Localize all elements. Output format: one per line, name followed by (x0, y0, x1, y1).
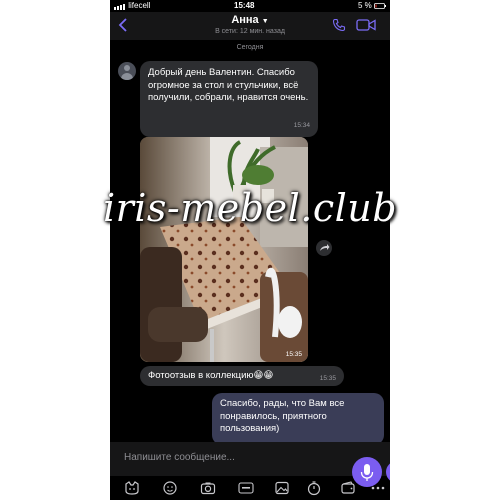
message-input[interactable]: Напишите сообщение... (124, 452, 235, 463)
chevron-down-icon: ▼ (261, 18, 269, 25)
message-text: Спасибо, рады, что Вам все понравилось, … (220, 398, 345, 434)
message-time: 15:35 (319, 375, 336, 382)
camera-icon[interactable] (200, 480, 216, 496)
avatar-head-shape (124, 65, 130, 71)
avatar[interactable] (118, 62, 136, 80)
gallery-icon[interactable] (274, 480, 290, 496)
message-time: 15:34 (293, 121, 310, 129)
carrier-label: lifecell (114, 1, 151, 11)
photo-message[interactable]: 15:35 (140, 137, 308, 362)
more-icon[interactable] (370, 480, 386, 496)
battery-icon (374, 2, 386, 9)
timer-icon[interactable] (306, 480, 322, 496)
signal-icon (114, 1, 126, 11)
wallet-icon[interactable] (340, 480, 356, 496)
avatar-body-shape (121, 73, 133, 80)
battery-percent: 5 % (357, 1, 372, 10)
carrier-name: lifecell (128, 1, 151, 10)
contact-name-label: Анна (231, 14, 259, 26)
message-composer: Напишите сообщение... (110, 442, 390, 476)
status-time: 15:48 (234, 1, 255, 10)
message-bubble-incoming[interactable]: Фотоотзыв в коллекцию😁😁 15:35 (140, 366, 344, 386)
contact-name[interactable]: Анна ▼ (110, 14, 390, 26)
date-separator: Сегодня (236, 44, 264, 51)
message-bubble-outgoing[interactable]: Спасибо, рады, что Вам все понравилось, … (212, 393, 384, 445)
message-text: Фотоотзыв в коллекцию😁😁 (148, 370, 274, 381)
message-text: Добрый день Валентин. Спасибо огромное з… (148, 67, 309, 103)
phone-icon[interactable] (332, 18, 346, 32)
chat-header: Анна ▼ В сети: 12 мин. назад (110, 12, 390, 40)
sticker-icon[interactable] (124, 480, 140, 496)
message-bubble-incoming[interactable]: Добрый день Валентин. Спасибо огромное з… (140, 61, 318, 137)
status-bar: lifecell 15:48 5 % (110, 0, 390, 12)
photo-time: 15:35 (285, 351, 302, 358)
phone-screen: lifecell 15:48 5 % Анна ▼ В сети: 12 мин… (110, 0, 390, 500)
gif-icon[interactable] (238, 480, 254, 496)
emoji-icon[interactable] (162, 480, 178, 496)
photo-image (140, 137, 308, 362)
battery-indicator: 5 % (358, 1, 386, 10)
share-icon[interactable] (316, 240, 332, 256)
watermark: iris-mebel.club (102, 186, 398, 230)
last-seen-status: В сети: 12 мин. назад (215, 28, 285, 35)
composer-toolbar (110, 476, 390, 500)
video-icon[interactable] (356, 18, 376, 32)
